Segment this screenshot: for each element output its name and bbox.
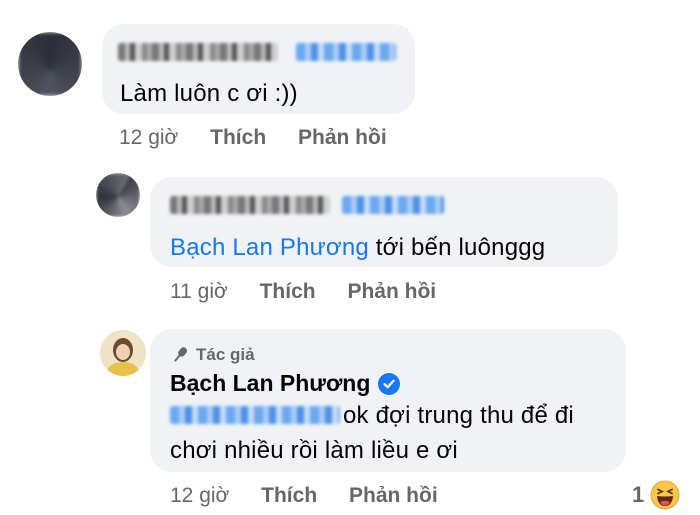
comment-meta: 12 giờ Thích Phản hồi: [170, 484, 438, 508]
blurred-mention[interactable]: [170, 406, 340, 424]
comment-text-line: Bạch Lan Phương tới bến luônggg: [170, 234, 545, 262]
reaction-count: 1: [632, 482, 645, 507]
reply-button[interactable]: Phản hồi: [298, 126, 387, 149]
mention-link[interactable]: Bạch Lan Phương: [170, 234, 369, 261]
commenter-avatar-pixelated[interactable]: [96, 173, 140, 217]
author-name[interactable]: Bạch Lan Phương: [170, 370, 370, 397]
blurred-commenter-name[interactable]: [118, 43, 278, 61]
comment-text: Làm luôn c ơi :)): [120, 80, 298, 107]
comment-text-line-2: chơi nhiều rồi làm liều e ơi: [170, 437, 458, 464]
blurred-mention[interactable]: [342, 196, 444, 214]
reply-button[interactable]: Phản hồi: [347, 280, 436, 303]
like-button[interactable]: Thích: [210, 126, 266, 149]
reply-button[interactable]: Phản hồi: [349, 484, 438, 507]
author-avatar-image: [100, 330, 146, 376]
verified-badge-icon: [378, 372, 401, 395]
like-button[interactable]: Thích: [261, 484, 317, 507]
comment-time[interactable]: 12 giờ: [119, 126, 178, 149]
blurred-mention[interactable]: [296, 43, 396, 61]
comment-text: tới bến luônggg: [368, 234, 546, 261]
reaction-summary[interactable]: 1: [632, 480, 680, 510]
author-avatar[interactable]: [100, 330, 146, 376]
blurred-commenter-name[interactable]: [170, 196, 330, 214]
comment-meta: 11 giờ Thích Phản hồi: [170, 280, 436, 304]
comment-text-line-1: ok đợi trung thu để đi: [343, 402, 574, 429]
comment-time[interactable]: 11 giờ: [170, 280, 228, 303]
microphone-icon: [174, 347, 188, 362]
comment-meta: 12 giờ Thích Phản hồi: [119, 126, 387, 150]
commenter-avatar-pixelated[interactable]: [18, 32, 82, 96]
comment-time[interactable]: 12 giờ: [170, 484, 229, 507]
author-badge-label: Tác giả: [196, 345, 255, 364]
author-name-row: Bạch Lan Phương: [170, 370, 401, 397]
author-badge: Tác giả: [170, 345, 255, 365]
like-button[interactable]: Thích: [260, 280, 316, 303]
haha-emoji-icon: [650, 480, 680, 510]
